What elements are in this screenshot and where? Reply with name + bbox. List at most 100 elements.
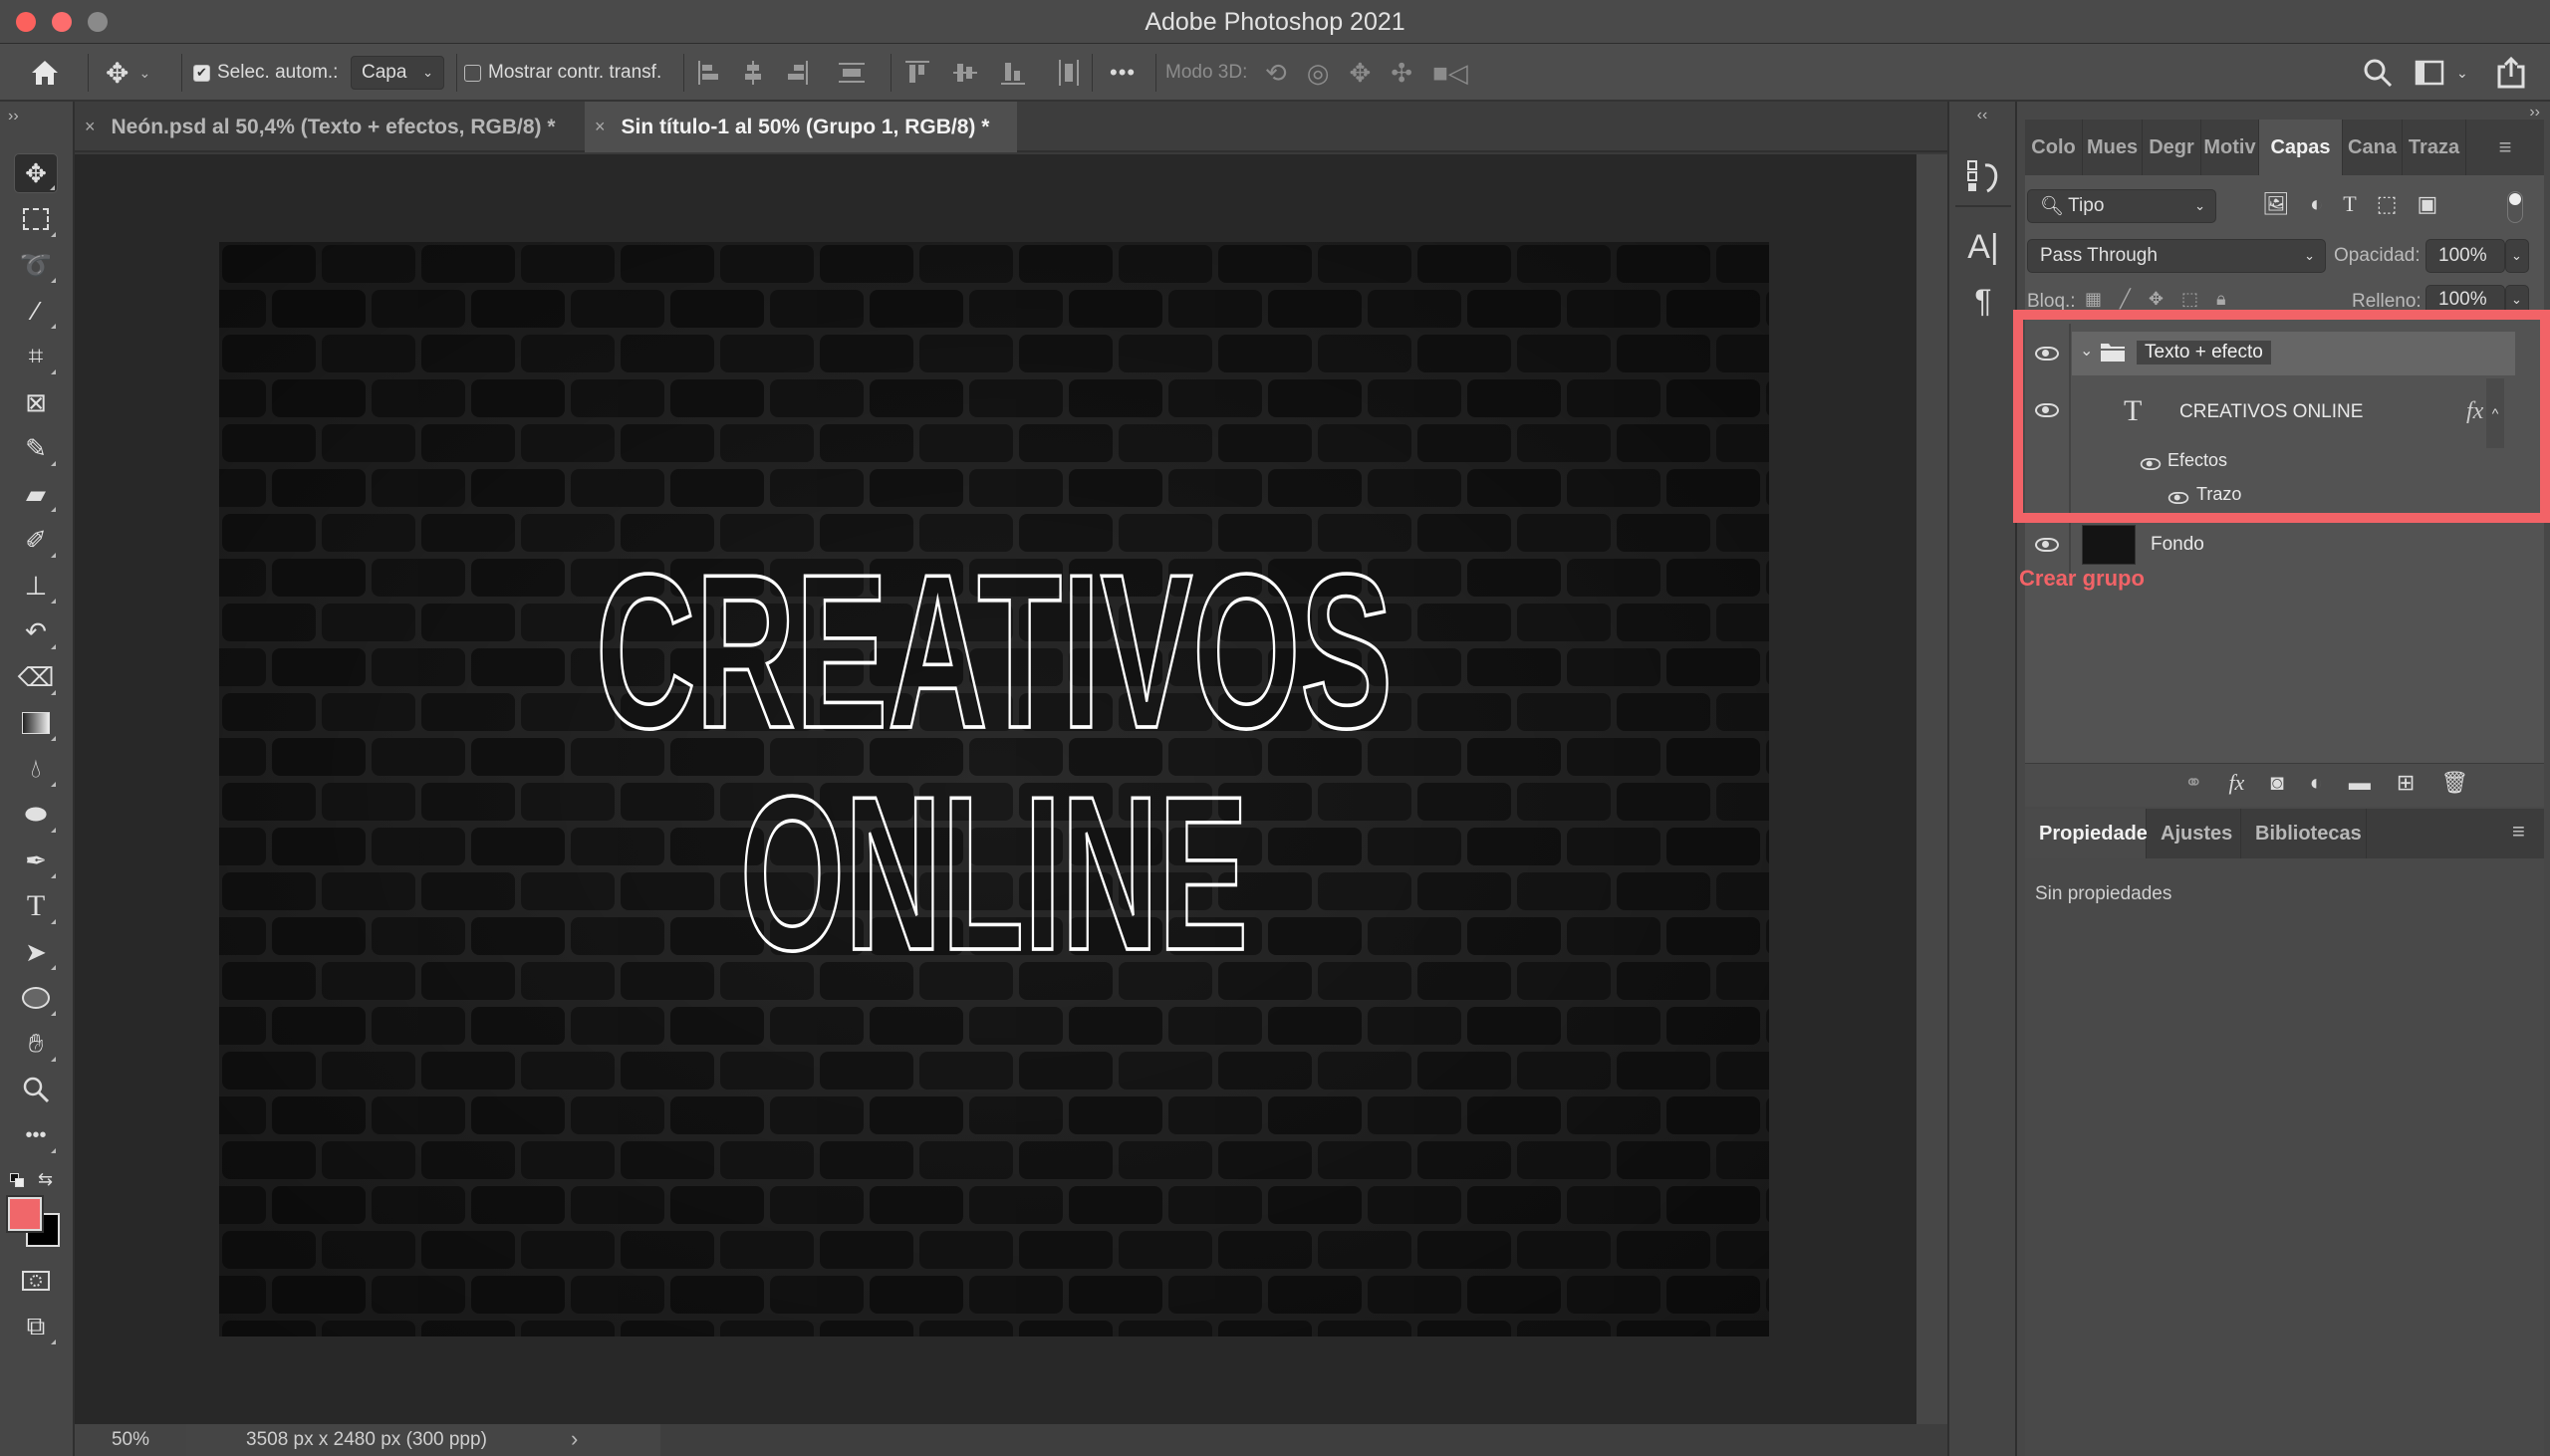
tab-trazados[interactable]: Traza [2403, 120, 2466, 175]
filter-shape-icon[interactable]: ⬚ [2377, 191, 2398, 217]
align-bottom-icon[interactable] [1000, 60, 1026, 86]
distribute-horizontal-icon[interactable] [1056, 58, 1082, 88]
search-button[interactable] [2363, 44, 2393, 102]
tool-brush[interactable]: ✐ [14, 520, 58, 560]
lock-position-icon[interactable]: ✥ [2149, 289, 2164, 310]
more-options-button[interactable]: ••• [1110, 44, 1136, 102]
collapse-dock-button[interactable]: ‹‹ [1949, 102, 2015, 129]
tool-more[interactable]: ••• [14, 1115, 58, 1155]
opacity-slider-button[interactable]: ⌄ [2505, 239, 2529, 273]
tool-pen[interactable]: ✒ [14, 841, 58, 880]
new-group-icon[interactable]: ▬ [2349, 770, 2371, 796]
home-button[interactable] [30, 44, 60, 102]
tab-canales[interactable]: Cana [2343, 120, 2403, 175]
tab-ajustes[interactable]: Ajustes [2147, 809, 2241, 858]
align-vcenter-icon[interactable] [952, 60, 978, 86]
tool-ellipse[interactable] [14, 978, 58, 1018]
opacity-input[interactable]: 100% [2425, 239, 2505, 273]
lock-artboard-icon[interactable]: ⬚ [2181, 289, 2198, 310]
swap-colors-icon[interactable]: ⇆ [38, 1169, 53, 1190]
quick-mask-button[interactable] [14, 1261, 58, 1301]
tool-type[interactable]: T [14, 886, 58, 926]
share-button[interactable] [2496, 44, 2526, 102]
lock-image-icon[interactable]: ╱ [2120, 289, 2131, 310]
tab-color[interactable]: Colo [2025, 120, 2083, 175]
roll-3d-icon[interactable]: ◎ [1307, 58, 1330, 89]
layer-row-fondo[interactable] [2072, 523, 2515, 567]
slide-3d-icon[interactable]: ✣ [1391, 58, 1412, 89]
tool-sponge[interactable]: ⬬ [14, 795, 58, 835]
auto-select-target-dropdown[interactable]: Capa ⌄ [351, 56, 444, 90]
tool-magic-wand[interactable]: ⁄ [14, 291, 58, 331]
move-icon: ✥ [25, 157, 47, 188]
new-layer-icon[interactable]: ⊞ [2397, 770, 2415, 796]
tab-neon-psd[interactable]: × Neón.psd al 50,4% (Texto + efectos, RG… [75, 102, 585, 152]
tab-sin-titulo-1[interactable]: × Sin título-1 al 50% (Grupo 1, RGB/8) * [585, 102, 1017, 152]
paragraph-panel-button[interactable]: ¶ [1955, 271, 2011, 331]
tool-clone-stamp[interactable]: ⊥ [14, 566, 58, 606]
lock-all-icon[interactable]: 🔒︎ [2216, 289, 2226, 310]
filter-adjustment-icon[interactable]: ◐ [2310, 191, 2323, 217]
auto-select-checkbox[interactable]: ✔ Selec. autom.: [193, 44, 338, 102]
camera-3d-icon[interactable]: ■◁ [1432, 58, 1468, 89]
filter-toggle[interactable] [2507, 191, 2523, 223]
tool-path-selection[interactable]: ➤ [14, 932, 58, 972]
history-panel-button[interactable] [1955, 131, 2011, 207]
close-tab-icon[interactable]: × [595, 117, 606, 137]
align-right-icon[interactable] [785, 60, 809, 86]
close-tab-icon[interactable]: × [85, 117, 96, 137]
eye-icon[interactable] [2035, 538, 2059, 552]
drag-3d-icon[interactable]: ✥ [1349, 58, 1371, 89]
foreground-color-swatch[interactable] [6, 1195, 44, 1233]
lock-transparent-icon[interactable]: ▦ [2085, 289, 2102, 310]
add-mask-icon[interactable]: ◙ [2270, 770, 2283, 796]
align-hcenter-icon[interactable] [741, 60, 765, 86]
tab-motivos[interactable]: Motiv [2201, 120, 2259, 175]
tool-rectangular-marquee[interactable] [14, 199, 58, 239]
align-top-icon[interactable] [904, 60, 930, 86]
distribute-vertical-icon[interactable] [837, 60, 867, 86]
properties-menu-icon[interactable]: ≡ [2512, 819, 2525, 845]
align-left-icon[interactable] [697, 60, 721, 86]
default-colors-icon[interactable] [10, 1173, 24, 1187]
tool-healing-brush[interactable]: ▰ [14, 474, 58, 514]
blend-mode-dropdown[interactable]: Pass Through ⌄ [2027, 239, 2326, 273]
filter-type-icon[interactable]: T [2343, 191, 2356, 217]
adjustment-layer-icon[interactable]: ◐ [2310, 770, 2323, 796]
vertical-scrollbar[interactable] [1916, 154, 1947, 1424]
tool-crop[interactable]: ⌗ [14, 337, 58, 376]
layer-name[interactable]: Fondo [2151, 534, 2204, 556]
status-menu-arrow[interactable]: › [571, 1426, 578, 1452]
link-layers-icon[interactable]: ⚭ [2184, 770, 2202, 796]
tool-eyedropper[interactable]: ✎ [14, 428, 58, 468]
tab-bibliotecas[interactable]: Bibliotecas [2241, 809, 2367, 858]
tool-object-selection[interactable]: ➰ [14, 245, 58, 285]
tool-hand[interactable]: ✋︎ [14, 1024, 58, 1064]
tab-muestras[interactable]: Mues [2083, 120, 2143, 175]
panel-menu-button[interactable]: ≡ [2466, 120, 2544, 175]
tool-gradient[interactable] [14, 703, 58, 743]
arrow-pointer-icon: ➤ [25, 936, 47, 967]
screen-mode-button[interactable]: ⧉ [14, 1307, 58, 1346]
tool-history-brush[interactable]: ↶ [14, 611, 58, 651]
tab-capas[interactable]: Capas [2259, 120, 2343, 175]
zoom-level-field[interactable]: 50% [75, 1424, 186, 1456]
delete-layer-icon[interactable]: 🗑︎ [2440, 770, 2468, 796]
workspace-button[interactable]: ⌄ [2415, 44, 2468, 102]
move-tool-preset[interactable]: ✥ ⌄ [106, 44, 150, 102]
tool-move[interactable]: ✥ [14, 153, 58, 193]
document-canvas[interactable]: CREATIVOS ONLINE [219, 242, 1769, 1336]
tab-degradados[interactable]: Degr [2143, 120, 2201, 175]
expand-toolbar-icon[interactable]: ›› [8, 108, 19, 125]
show-transform-checkbox[interactable]: Mostrar contr. transf. [464, 44, 661, 102]
tool-eraser[interactable]: ⌫ [14, 657, 58, 697]
tab-propiedades[interactable]: Propiedades [2025, 809, 2159, 858]
tool-frame[interactable]: ⊠ [14, 382, 58, 422]
filter-smart-object-icon[interactable]: ▣ [2417, 191, 2437, 217]
tool-zoom[interactable] [14, 1070, 58, 1109]
fx-icon[interactable]: fx [2228, 770, 2244, 796]
tool-blur[interactable]: 💧︎ [14, 749, 58, 789]
filter-pixel-icon[interactable]: 🖼︎ [2262, 191, 2290, 217]
layer-filter-dropdown[interactable]: 🔍︎ Tipo ⌄ [2027, 189, 2216, 223]
orbit-3d-icon[interactable]: ⟲ [1265, 58, 1287, 89]
